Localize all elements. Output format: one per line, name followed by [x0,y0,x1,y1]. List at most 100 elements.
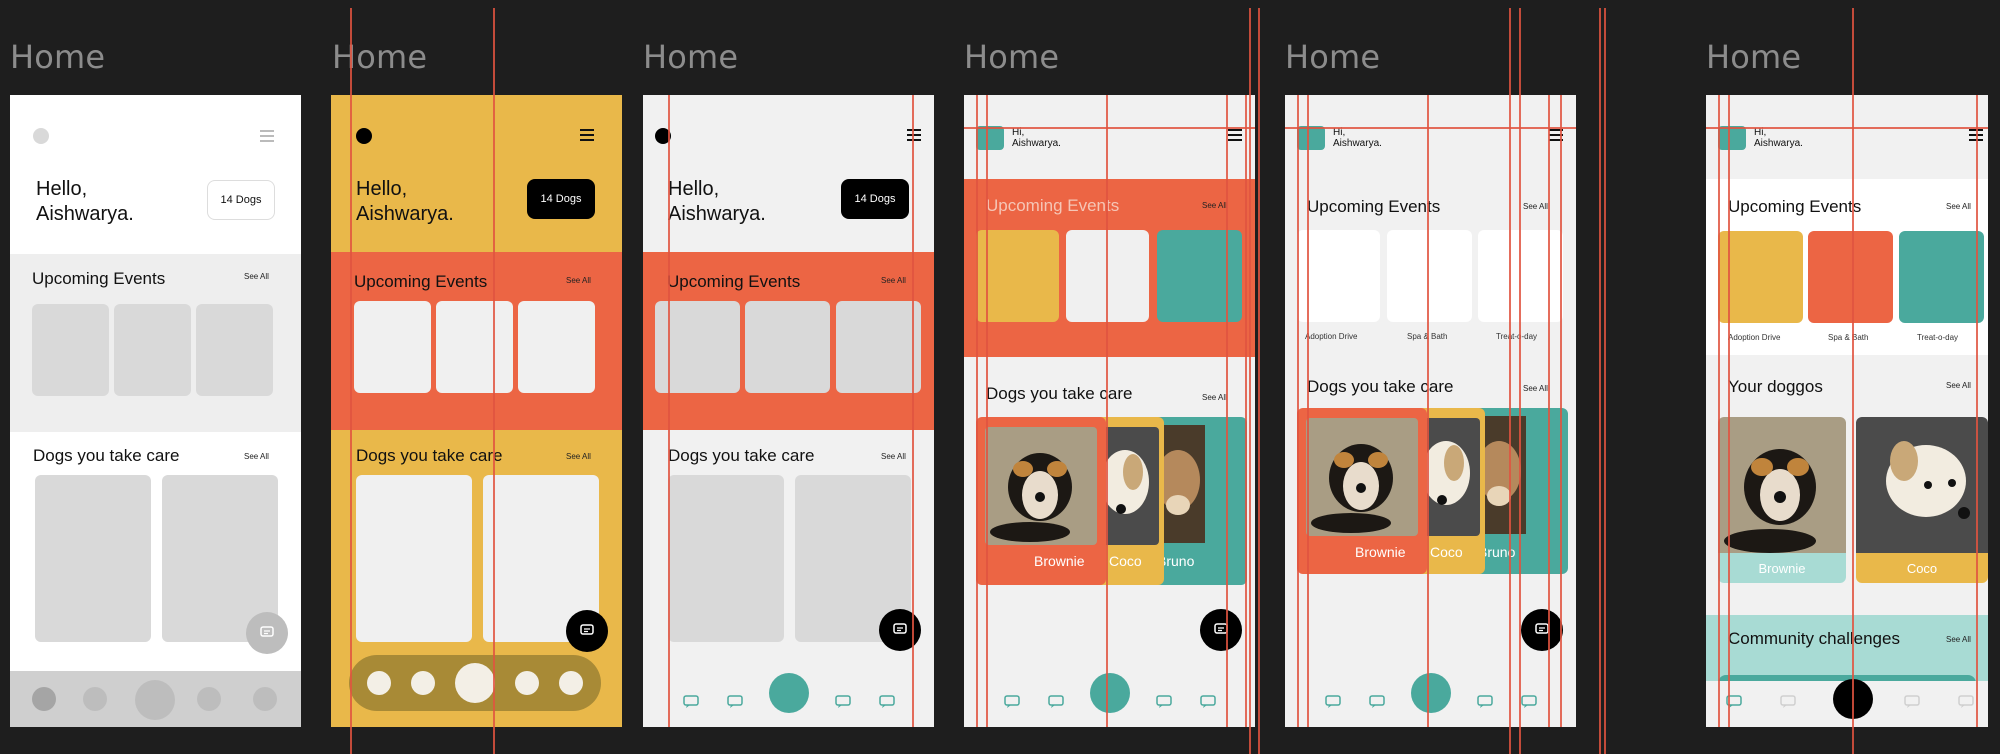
event-card[interactable] [32,304,109,396]
events-see-all[interactable]: See All [881,276,906,285]
chat-icon[interactable] [1521,609,1563,651]
nav-item[interactable] [515,671,539,695]
chat-icon[interactable] [246,612,288,654]
chat-nav-icon[interactable] [1004,695,1020,709]
chat-nav-icon[interactable] [1200,695,1216,709]
frame-title-3: Home [643,38,739,76]
frame-wireframe[interactable]: Hello, Aishwarya. 14 Dogs Upcoming Event… [10,95,301,727]
chat-nav-icon[interactable] [835,695,851,709]
menu-icon[interactable] [907,129,921,141]
dog-card-coco[interactable]: Coco [1856,417,1988,583]
layout-guide [1509,8,1511,754]
dogs-badge[interactable]: 14 Dogs [207,180,275,220]
frame-light[interactable]: Hello, Aishwarya. 14 Dogs Upcoming Event… [643,95,934,727]
nav-item[interactable] [83,687,107,711]
event-card[interactable] [436,301,513,393]
event-card[interactable] [196,304,273,396]
nav-item[interactable] [253,687,277,711]
event-card[interactable] [1478,230,1563,322]
chat-nav-icon[interactable] [1780,695,1796,709]
chat-nav-icon[interactable] [1477,695,1493,709]
nav-item[interactable] [367,671,391,695]
bottom-nav [10,671,301,727]
dogs-heading: Dogs you take care [668,446,815,465]
event-card[interactable] [1899,231,1984,323]
doggos-see-all[interactable]: See All [1946,381,1971,390]
chat-nav-icon[interactable] [683,695,699,709]
chat-nav-icon[interactable] [727,695,743,709]
dog-card[interactable] [356,475,472,642]
nav-home[interactable] [135,680,175,720]
avatar[interactable] [976,126,1004,150]
avatar[interactable] [356,128,372,144]
event-card[interactable] [976,230,1059,322]
event-card[interactable] [1387,230,1472,322]
events-see-all[interactable]: See All [1202,201,1227,210]
event-card[interactable] [1157,230,1242,322]
chat-nav-icon[interactable] [1369,695,1385,709]
avatar[interactable] [1718,126,1746,150]
chat-nav-icon[interactable] [1156,695,1172,709]
frame-title-5: Home [1285,38,1381,76]
dogs-badge[interactable]: 14 Dogs [527,179,595,219]
chat-icon[interactable] [566,610,608,652]
nav-item[interactable] [559,671,583,695]
dogs-see-all[interactable]: See All [566,452,591,461]
nav-home[interactable] [455,663,495,703]
chat-nav-icon[interactable] [1048,695,1064,709]
dogs-badge[interactable]: 14 Dogs [841,179,909,219]
nav-home[interactable] [1090,673,1130,713]
events-see-all[interactable]: See All [244,272,269,281]
nav-item[interactable] [197,687,221,711]
event-card[interactable] [745,301,830,393]
dog-card-brownie[interactable]: Brownie [976,417,1106,585]
frame-colored-cards[interactable]: Hi, Aishwarya. Upcoming Events See All D… [964,95,1255,727]
nav-home[interactable] [769,673,809,713]
event-card[interactable] [836,301,921,393]
event-card[interactable] [1066,230,1149,322]
chat-nav-icon[interactable] [1521,695,1537,709]
dog-card-brownie[interactable]: Brownie [1297,408,1427,574]
events-see-all[interactable]: See All [1523,202,1548,211]
chat-icon[interactable] [1200,609,1242,651]
frame-final[interactable]: Hi, Aishwarya. Upcoming Events See All A… [1706,95,1988,727]
dog-card-brownie[interactable]: Brownie [1718,417,1846,583]
chat-icon[interactable] [879,609,921,651]
dogs-see-all[interactable]: See All [1202,393,1227,402]
greeting-text: Hello, Aishwarya. [668,178,766,225]
event-label: Adoption Drive [1728,333,1781,342]
avatar[interactable] [33,128,49,144]
chat-nav-icon[interactable] [1958,695,1974,709]
chat-nav-icon[interactable] [1904,695,1920,709]
menu-icon[interactable] [260,130,274,142]
chat-nav-icon[interactable] [879,695,895,709]
event-card[interactable] [1718,231,1803,323]
events-see-all[interactable]: See All [566,276,591,285]
dog-photo [1718,417,1846,553]
menu-icon[interactable] [1228,129,1242,141]
nav-item[interactable] [32,687,56,711]
bottom-nav [964,673,1255,727]
avatar[interactable] [1297,126,1325,150]
event-card[interactable] [1808,231,1893,323]
dogs-see-all[interactable]: See All [244,452,269,461]
event-card[interactable] [354,301,431,393]
dog-card[interactable] [668,475,784,642]
menu-icon[interactable] [580,129,594,141]
community-heading: Community challenges [1728,629,1900,648]
frame-labeled-events[interactable]: Hi, Aishwarya. Upcoming Events See All A… [1285,95,1576,727]
community-see-all[interactable]: See All [1946,635,1971,644]
dogs-see-all[interactable]: See All [881,452,906,461]
event-card[interactable] [518,301,595,393]
nav-home[interactable] [1411,673,1451,713]
frame-color-blocking[interactable]: Hello, Aishwarya. 14 Dogs Upcoming Event… [331,95,622,727]
dogs-see-all[interactable]: See All [1523,384,1548,393]
layout-guide [1604,8,1606,754]
events-see-all[interactable]: See All [1946,202,1971,211]
nav-item[interactable] [411,671,435,695]
events-heading: Upcoming Events [1307,197,1441,216]
event-card[interactable] [114,304,191,396]
chat-nav-icon[interactable] [1325,695,1341,709]
dog-card[interactable] [35,475,151,642]
event-card[interactable] [1297,230,1380,322]
